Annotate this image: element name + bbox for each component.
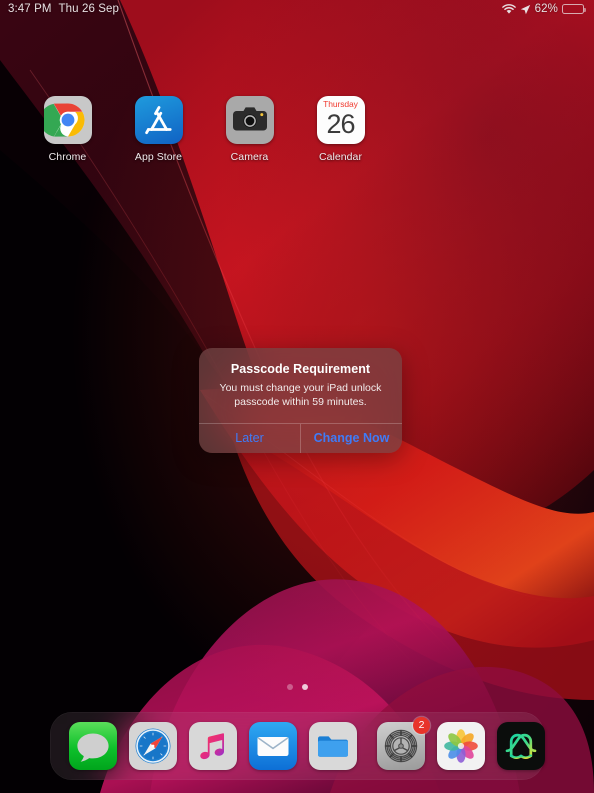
calendar-day: 26 (326, 108, 355, 139)
calendar-icon: Thursday 26 (316, 96, 365, 144)
alert-actions: Later Change Now (199, 422, 402, 453)
battery-percent-label: 62% (534, 3, 558, 15)
passcode-requirement-alert: Passcode Requirement You must change you… (199, 348, 402, 453)
app-label-calendar: Calendar (318, 151, 362, 163)
music-icon (189, 722, 237, 770)
dock-pinned-apps (50, 722, 357, 770)
messages-icon (69, 722, 117, 770)
dock: 2 (50, 712, 545, 780)
mail-icon (249, 722, 297, 770)
dock-app-music[interactable] (189, 722, 237, 770)
camera-icon (225, 96, 274, 144)
app-icon-calendar[interactable]: Thursday 26 Calendar (295, 96, 386, 163)
files-icon (309, 722, 357, 770)
safari-icon (129, 722, 177, 770)
battery-icon (562, 3, 586, 15)
location-arrow-icon (520, 4, 530, 14)
app-store-icon (134, 96, 183, 144)
calendar-weekday: Thursday (323, 99, 358, 109)
dock-app-safari[interactable] (129, 722, 177, 770)
app-icon-camera[interactable]: Camera (204, 96, 295, 163)
app-label-chrome: Chrome (48, 151, 87, 163)
alert-body: Passcode Requirement You must change you… (199, 348, 402, 423)
alert-title: Passcode Requirement (230, 362, 371, 376)
dock-app-files[interactable] (309, 722, 357, 770)
page-dot-2[interactable] (301, 684, 308, 690)
dock-app-mail[interactable] (249, 722, 297, 770)
alert-change-now-button[interactable]: Change Now (300, 423, 402, 453)
photos-icon (437, 722, 485, 770)
alert-message: You must change your iPad unlock passcod… (219, 382, 382, 409)
dock-app-settings[interactable]: 2 (377, 717, 430, 770)
wifi-icon (501, 3, 516, 14)
dock-app-photos[interactable] (437, 722, 485, 770)
dock-app-messages[interactable] (69, 722, 117, 770)
status-bar-right: 62% (501, 3, 586, 15)
status-time: 3:47 PM (8, 3, 52, 15)
app-label-camera: Camera (230, 151, 269, 163)
chrome-icon (43, 96, 92, 144)
page-indicator-dots[interactable] (0, 684, 594, 690)
alert-later-button[interactable]: Later (199, 424, 300, 453)
app-label-app-store: App Store (134, 151, 183, 163)
dock-app-shortcuts[interactable] (497, 722, 545, 770)
page-dot-1[interactable] (286, 684, 293, 690)
status-date: Thu 26 Sep (58, 3, 119, 15)
shortcuts-knot-icon (497, 722, 545, 770)
home-screen-app-grid: Chrome App Store Camera Thursday 26 Cale… (0, 96, 594, 163)
status-bar-left: 3:47 PM Thu 26 Sep (8, 3, 119, 15)
dock-recent-apps: 2 (377, 717, 545, 770)
settings-badge: 2 (413, 717, 430, 734)
app-icon-chrome[interactable]: Chrome (22, 96, 113, 163)
status-bar: 3:47 PM Thu 26 Sep 62% (0, 0, 594, 18)
app-icon-app-store[interactable]: App Store (113, 96, 204, 163)
